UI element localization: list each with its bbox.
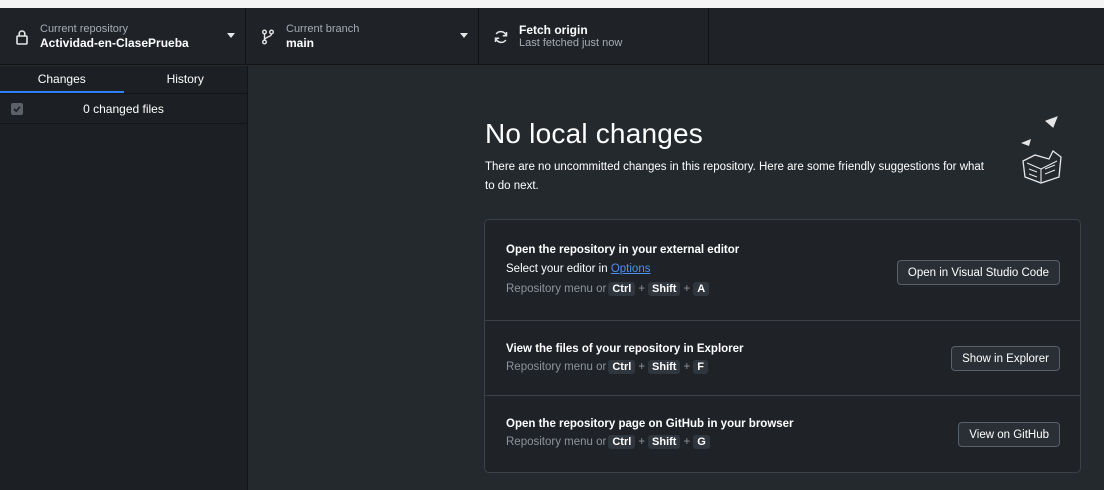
suggestion-title: Open the repository page on GitHub in yo… bbox=[506, 418, 794, 430]
suggestion-title: View the files of your repository in Exp… bbox=[506, 343, 744, 355]
shortcut-hint: Repository menu or Ctrl + Shift + F bbox=[506, 360, 710, 374]
current-branch-label: Current branch bbox=[286, 23, 360, 35]
suggestion-subtitle: Select your editor in Options bbox=[506, 263, 650, 275]
lock-icon bbox=[12, 27, 32, 47]
current-branch-value: main bbox=[286, 36, 315, 50]
current-repository-value: Actividad-en-ClasePrueba bbox=[40, 36, 189, 50]
fetch-origin-status: Last fetched just now bbox=[519, 37, 623, 49]
kbd-g: G bbox=[693, 435, 710, 449]
kbd-ctrl: Ctrl bbox=[608, 435, 636, 449]
suggestions-card: Open the repository in your external edi… bbox=[484, 219, 1081, 473]
shortcut-hint-text: Repository menu or bbox=[506, 436, 607, 448]
changed-files-header: 0 changed files bbox=[0, 94, 247, 124]
suggestion-title: Open the repository in your external edi… bbox=[506, 244, 740, 256]
kbd-f: F bbox=[693, 360, 708, 374]
chevron-down-icon bbox=[460, 33, 468, 38]
show-in-explorer-button[interactable]: Show in Explorer bbox=[951, 346, 1060, 371]
kbd-shift: Shift bbox=[648, 282, 681, 296]
suggestion-show-explorer: View the files of your repository in Exp… bbox=[485, 321, 1080, 396]
current-repository-button[interactable]: Current repository Actividad-en-ClasePru… bbox=[0, 8, 246, 65]
toolbar: Current repository Actividad-en-ClasePru… bbox=[0, 8, 1104, 65]
fetch-origin-button[interactable]: Fetch origin Last fetched just now bbox=[479, 8, 709, 65]
open-in-vscode-button[interactable]: Open in Visual Studio Code bbox=[896, 260, 1060, 285]
window-top-strip bbox=[0, 0, 1104, 8]
suggestion-subtitle-text: Select your editor in bbox=[506, 263, 611, 275]
changed-files-count: 0 changed files bbox=[83, 101, 164, 116]
suggestion-view-github: Open the repository page on GitHub in yo… bbox=[485, 396, 1080, 472]
options-link[interactable]: Options bbox=[611, 263, 651, 275]
chevron-down-icon bbox=[227, 33, 235, 38]
kbd-ctrl: Ctrl bbox=[608, 282, 636, 296]
sidebar: Changes History 0 changed files bbox=[0, 66, 248, 490]
suggestion-open-editor: Open the repository in your external edi… bbox=[485, 220, 1080, 321]
paper-plane-illustration bbox=[1001, 111, 1086, 196]
fetch-origin-title: Fetch origin bbox=[519, 23, 588, 37]
git-branch-icon bbox=[258, 27, 278, 47]
page-description: There are no uncommitted changes in this… bbox=[485, 161, 985, 192]
main-panel: No local changes There are no uncommitte… bbox=[249, 66, 1104, 490]
page-title: No local changes bbox=[485, 118, 703, 149]
shortcut-hint-text: Repository menu or bbox=[506, 361, 607, 373]
shortcut-hint-text: Repository menu or bbox=[506, 283, 607, 295]
tab-changes[interactable]: Changes bbox=[0, 66, 124, 93]
kbd-ctrl: Ctrl bbox=[608, 360, 636, 374]
checkbox-icon[interactable] bbox=[11, 103, 23, 115]
shortcut-hint: Repository menu or Ctrl + Shift + A bbox=[506, 282, 711, 296]
kbd-a: A bbox=[693, 282, 710, 296]
sidebar-tabs: Changes History bbox=[0, 66, 247, 94]
view-on-github-button[interactable]: View on GitHub bbox=[958, 422, 1060, 447]
shortcut-hint: Repository menu or Ctrl + Shift + G bbox=[506, 435, 712, 449]
tab-history[interactable]: History bbox=[124, 66, 248, 93]
sync-icon bbox=[491, 27, 511, 47]
current-repository-label: Current repository bbox=[40, 23, 129, 35]
current-branch-button[interactable]: Current branch main bbox=[246, 8, 479, 65]
kbd-shift: Shift bbox=[648, 435, 681, 449]
kbd-shift: Shift bbox=[648, 360, 681, 374]
